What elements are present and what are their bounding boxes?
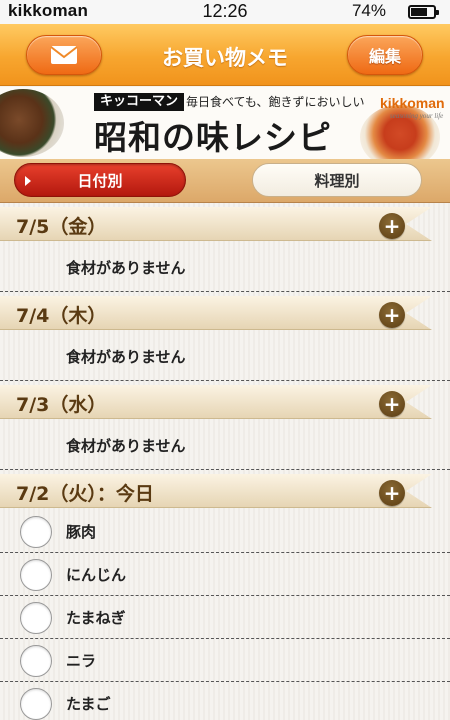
banner-tag: キッコーマン: [94, 93, 185, 111]
item-name: たまねぎ: [66, 609, 126, 627]
list-item[interactable]: ニラ: [0, 639, 450, 682]
tab-by-dish-label: 料理別: [314, 171, 360, 190]
empty-message: 食材がありません: [66, 437, 186, 455]
list-item[interactable]: たまねぎ: [0, 596, 450, 639]
tab-by-date[interactable]: 日付別: [14, 163, 186, 197]
banner-logo: kikkoman: [380, 95, 445, 111]
shopping-list[interactable]: 7/5（金） + 食材がありません 7/4（木） + 食材がありません 7/3（…: [0, 203, 450, 720]
battery-percentage: 74%: [351, 1, 386, 20]
banner-title: 昭和の味レシピ: [94, 118, 332, 157]
view-mode-segmented-control: 日付別 料理別: [0, 159, 450, 203]
edit-button[interactable]: 編集: [347, 35, 423, 75]
date-label: 7/3（水）: [16, 394, 107, 416]
item-name: 豚肉: [66, 523, 97, 541]
plus-icon: +: [383, 392, 401, 416]
date-label: 7/2（火）：今日: [16, 483, 154, 505]
recipe-banner[interactable]: キッコーマン 毎日食べても、飽きずにおいしい 昭和の味レシピ kikkoman …: [0, 87, 450, 159]
battery-icon: [408, 5, 439, 19]
navigation-bar: お買い物メモ 編集: [0, 24, 450, 86]
banner-dish-image-left: [0, 89, 64, 157]
banner-subtitle: 毎日食べても、飽きずにおいしい: [186, 95, 365, 109]
empty-row: 食材がありません: [0, 332, 450, 381]
add-item-button[interactable]: +: [379, 302, 405, 328]
item-checkbox[interactable]: [20, 559, 52, 591]
empty-message: 食材がありません: [66, 259, 186, 277]
add-item-button[interactable]: +: [379, 480, 405, 506]
list-item[interactable]: にんじん: [0, 553, 450, 596]
tab-by-dish[interactable]: 料理別: [252, 163, 422, 197]
plus-icon: +: [383, 303, 401, 327]
item-checkbox[interactable]: [20, 688, 52, 720]
add-item-button[interactable]: +: [379, 391, 405, 417]
date-label: 7/5（金）: [16, 216, 107, 238]
item-checkbox[interactable]: [20, 645, 52, 677]
banner-logo-tagline: seasoning your life: [390, 112, 444, 120]
status-bar: kikkoman 12:26 74%: [0, 0, 450, 24]
item-checkbox[interactable]: [20, 602, 52, 634]
item-checkbox[interactable]: [20, 516, 52, 548]
list-item[interactable]: たまご: [0, 682, 450, 720]
date-section-header: 7/5（金） +: [0, 203, 450, 243]
add-item-button[interactable]: +: [379, 213, 405, 239]
item-name: にんじん: [66, 566, 127, 584]
date-section-header: 7/3（水） +: [0, 381, 450, 421]
empty-row: 食材がありません: [0, 421, 450, 470]
date-label: 7/4（木）: [16, 305, 107, 327]
plus-icon: +: [383, 481, 401, 505]
battery-level-fill: [411, 8, 427, 16]
selected-indicator-icon: [25, 176, 31, 186]
tab-by-date-label: 日付別: [77, 171, 123, 190]
date-section-header: 7/4（木） +: [0, 292, 450, 332]
empty-row: 食材がありません: [0, 243, 450, 292]
list-item[interactable]: 豚肉: [0, 510, 450, 553]
item-name: ニラ: [66, 652, 97, 670]
empty-message: 食材がありません: [66, 348, 186, 366]
plus-icon: +: [383, 214, 401, 238]
date-section-header: 7/2（火）：今日 +: [0, 470, 450, 510]
item-name: たまご: [66, 695, 111, 713]
